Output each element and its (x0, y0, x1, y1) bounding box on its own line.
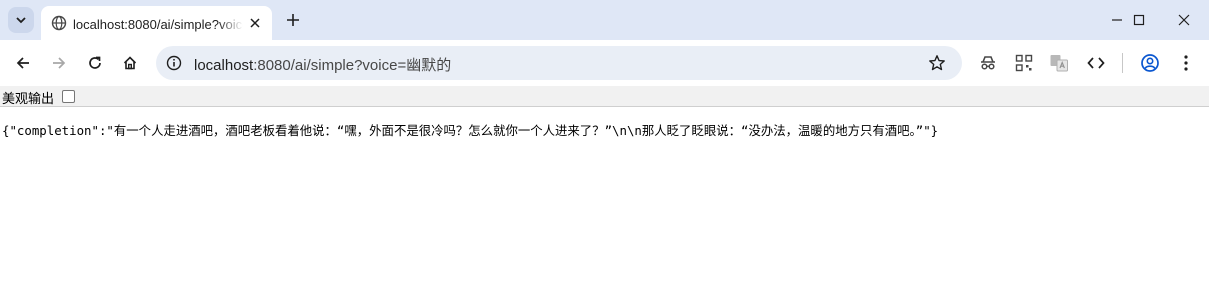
address-bar[interactable]: localhost:8080/ai/simple?voice=幽默的 (156, 46, 962, 80)
reload-icon (89, 56, 101, 69)
translate-button[interactable] (1047, 51, 1071, 75)
browser-toolbar: localhost:8080/ai/simple?voice=幽默的 (0, 40, 1209, 86)
tab-strip: localhost:8080/ai/simple?voice=幽默的 (0, 0, 1209, 40)
new-tab-button[interactable] (282, 9, 304, 31)
qr-code-button[interactable] (1012, 51, 1036, 75)
url-text[interactable]: localhost:8080/ai/simple?voice=幽默的 (194, 54, 451, 75)
more-vertical-icon (1184, 55, 1188, 71)
spy-icon (981, 56, 995, 70)
qr-code-icon (1015, 54, 1033, 72)
profile-button[interactable] (1138, 51, 1162, 75)
home-icon (123, 56, 137, 70)
translate-icon (1050, 55, 1068, 72)
maximize-icon (1133, 14, 1145, 26)
menu-button[interactable] (1174, 51, 1198, 75)
tab-title: localhost:8080/ai/simple?voice=幽默的 (73, 17, 243, 32)
pretty-print-checkbox[interactable] (62, 90, 75, 103)
url-host: localhost (194, 57, 254, 74)
window-close-button[interactable] (1161, 0, 1207, 40)
forward-button[interactable] (45, 49, 73, 77)
account-icon (1141, 54, 1159, 72)
devtools-extension-button[interactable] (1084, 51, 1108, 75)
globe-icon (51, 15, 67, 31)
json-response-text: {"completion":"有一个人走进酒吧，酒吧老板看着他说：“嘿，外面不是… (2, 123, 939, 138)
chevron-down-icon (16, 17, 26, 24)
tab-close-button[interactable] (247, 15, 263, 31)
arrow-right-icon (53, 57, 66, 69)
maximize-button[interactable] (1116, 0, 1162, 40)
plus-icon (287, 14, 299, 26)
code-icon (1087, 57, 1105, 69)
incognito-extension-button[interactable] (976, 51, 1000, 75)
info-icon[interactable] (166, 55, 182, 71)
toolbar-divider (1122, 53, 1123, 73)
pretty-print-bar: 美观输出 (0, 86, 1209, 107)
tab-search-button[interactable] (8, 7, 34, 33)
url-path: :8080/ai/simple?voice=幽默的 (253, 57, 452, 74)
pretty-print-label: 美观输出 (2, 92, 55, 107)
arrow-left-icon (16, 57, 29, 69)
browser-tab[interactable]: localhost:8080/ai/simple?voice=幽默的 (41, 6, 272, 40)
close-icon (250, 18, 260, 28)
close-icon (1178, 14, 1190, 26)
back-button[interactable] (9, 49, 37, 77)
bookmark-star-icon[interactable] (928, 54, 946, 72)
reload-button[interactable] (81, 49, 109, 77)
home-button[interactable] (116, 49, 144, 77)
